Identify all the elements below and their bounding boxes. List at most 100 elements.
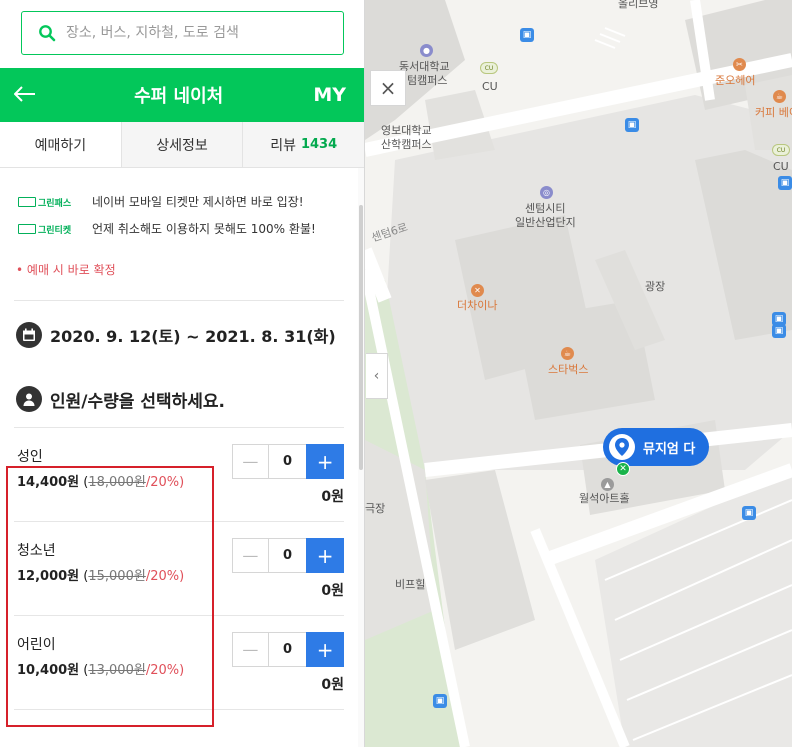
increase-button[interactable]: +	[306, 632, 344, 667]
cafe-icon: ☕	[561, 347, 574, 360]
search-box[interactable]	[21, 11, 344, 55]
quantity-stepper: — 0 +	[232, 538, 344, 573]
review-count: 1434	[300, 137, 338, 152]
notice-item: 그린패스 네이버 모바일 티켓만 제시하면 바로 입장!	[16, 192, 348, 212]
location-pin[interactable]: 뮤지엄 다	[603, 428, 710, 466]
quantity-stepper: — 0 +	[232, 632, 344, 667]
map-label-dongseo: 동서대학교	[399, 60, 450, 73]
badge-label: 그린패스	[38, 198, 72, 209]
quantity-value[interactable]: 0	[269, 539, 307, 572]
price-open: (	[79, 663, 89, 678]
decrease-button[interactable]: —	[233, 539, 269, 572]
ticket-name: 성인	[17, 449, 43, 465]
map-label-oliveyoung: 올리브영	[618, 0, 659, 10]
map-label-thechina: 더차이나	[457, 299, 498, 312]
increase-button[interactable]: +	[306, 538, 344, 573]
decrease-button[interactable]: —	[233, 633, 269, 666]
map-label-starbucks: 스타벅스	[548, 363, 589, 376]
ticket-name: 어린이	[17, 637, 56, 653]
art-hall-icon: ▲	[601, 478, 614, 491]
bus-stop-icon[interactable]: ▣	[520, 28, 534, 42]
tab-booking[interactable]: 예매하기	[0, 122, 121, 167]
ticket-total: 0원	[321, 583, 344, 599]
map-area[interactable]: 올리브영 ▣ ● 동서대학교 텀캠퍼스 CU CU ✂ 준오헤어 ☕ 커피 베이…	[365, 0, 792, 747]
convenience-store-icon: CU	[772, 144, 790, 156]
person-icon	[16, 386, 42, 412]
close-map-button[interactable]: ×	[370, 70, 406, 106]
tab-bar: 예매하기 상세정보 리뷰 1434	[0, 122, 364, 168]
increase-button[interactable]: +	[306, 444, 344, 479]
tab-reviews[interactable]: 리뷰 1434	[242, 122, 364, 167]
map-label-industrial: 일반산업단지	[515, 216, 576, 229]
notice-item: 그린티켓 언제 취소해도 이용하지 못해도 100% 환불!	[16, 219, 348, 239]
discount-rate: /20%)	[145, 569, 185, 584]
subway-exit-icon: ✕	[616, 462, 630, 476]
my-button[interactable]: MY	[313, 84, 346, 106]
tab-reviews-label: 리뷰	[270, 137, 296, 154]
place-title: 수퍼 네이처	[134, 86, 224, 107]
map-label-cu: CU	[482, 80, 498, 93]
green-pass-badge: 그린패스	[16, 195, 84, 209]
bus-stop-icon[interactable]: ▣	[742, 506, 756, 520]
quantity-stepper: — 0 +	[232, 444, 344, 479]
divider	[14, 300, 344, 301]
tab-details[interactable]: 상세정보	[120, 122, 243, 167]
bus-stop-icon[interactable]: ▣	[625, 118, 639, 132]
ticket-price: 10,400원 (13,000원/20%)	[17, 659, 184, 678]
date-range-text: 2020. 9. 12(토) ~ 2021. 8. 31(화)	[50, 327, 336, 346]
people-select-heading: 인원/수량을 선택하세요.	[50, 391, 225, 412]
notice-text: 네이버 모바일 티켓만 제시하면 바로 입장!	[92, 195, 304, 209]
map-label-biffhill: 비프힐	[395, 578, 426, 591]
tab-booking-label: 예매하기	[34, 137, 87, 154]
map-label-plaza: 광장	[645, 280, 666, 293]
restaurant-icon: ✕	[471, 284, 484, 297]
notice-text: 언제 취소해도 이용하지 못해도 100% 환불!	[92, 222, 316, 236]
green-ticket-badge: 그린티켓	[16, 222, 84, 236]
collapse-panel-button[interactable]: ‹	[366, 353, 388, 399]
ticket-list: 성인 14,400원 (18,000원/20%) — 0 + 0원 청소년 12…	[14, 427, 344, 710]
ticket-price: 12,000원 (15,000원/20%)	[17, 565, 184, 584]
price-open: (	[79, 475, 89, 490]
map-label-youngsan: 영보대학교	[381, 124, 432, 137]
tab-details-label: 상세정보	[156, 137, 208, 154]
convenience-store-icon: CU	[480, 62, 498, 74]
map-pin-icon	[609, 434, 635, 460]
badge-label: 그린티켓	[38, 225, 72, 236]
original-price: 18,000원	[88, 475, 146, 490]
map-label-cu2: CU	[773, 160, 789, 173]
place-header: 수퍼 네이처 MY	[0, 68, 364, 122]
scrollbar-thumb[interactable]	[359, 205, 363, 470]
ticket-icon	[18, 224, 36, 234]
sale-price: 10,400원	[17, 663, 80, 678]
discount-rate: /20%)	[145, 475, 185, 490]
ticket-total: 0원	[321, 489, 344, 505]
notice-section: 그린패스 네이버 모바일 티켓만 제시하면 바로 입장! 그린티켓 언제 취소해…	[0, 168, 364, 278]
bus-stop-icon[interactable]: ▣	[433, 694, 447, 708]
ticket-icon	[18, 197, 36, 207]
quantity-value[interactable]: 0	[269, 633, 307, 666]
map-label-theater: 극장	[365, 502, 386, 515]
salon-icon: ✂	[733, 58, 746, 71]
discount-rate: /20%)	[145, 663, 185, 678]
bus-stop-icon[interactable]: ▣	[778, 176, 792, 190]
arrow-left-icon[interactable]	[13, 83, 44, 108]
map-label-juno: 준오헤어	[715, 74, 756, 87]
bus-stop-icon[interactable]: ▣	[772, 324, 786, 338]
search-input[interactable]	[66, 25, 316, 41]
original-price: 15,000원	[88, 569, 146, 584]
ticket-price: 14,400원 (18,000원/20%)	[17, 471, 184, 490]
map-label-sanhak: 산학캠퍼스	[381, 138, 432, 151]
location-pin-label: 뮤지엄 다	[643, 441, 696, 457]
quantity-value[interactable]: 0	[269, 445, 307, 478]
ticket-row: 청소년 12,000원 (15,000원/20%) — 0 + 0원	[14, 522, 344, 616]
industrial-complex-icon: ◎	[540, 186, 553, 199]
instant-confirm-note: • 예매 시 바로 확정	[16, 263, 116, 277]
ticket-row: 어린이 10,400원 (13,000원/20%) — 0 + 0원	[14, 616, 344, 710]
search-icon	[39, 25, 56, 42]
place-panel: 수퍼 네이처 MY 예매하기 상세정보 리뷰 1434 그린패스 네이버 모바일 …	[0, 0, 365, 747]
price-open: (	[79, 569, 89, 584]
date-range-row: 2020. 9. 12(토) ~ 2021. 8. 31(화)	[0, 315, 364, 355]
sale-price: 14,400원	[17, 475, 80, 490]
ticket-name: 청소년	[17, 543, 56, 559]
decrease-button[interactable]: —	[233, 445, 269, 478]
